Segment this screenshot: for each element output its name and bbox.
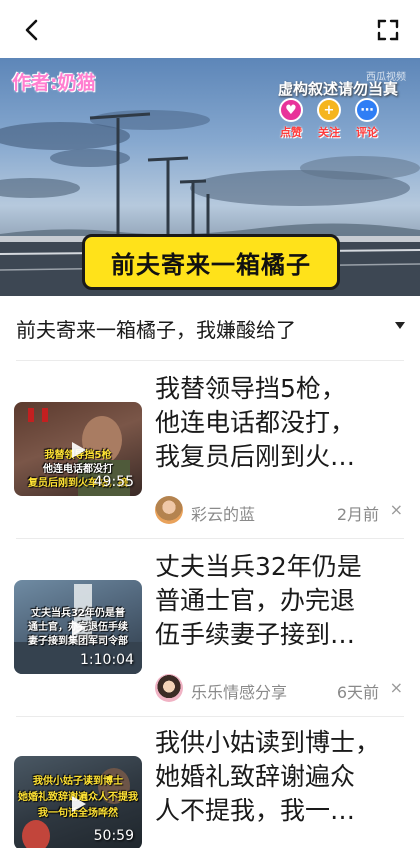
plus-icon: + [317, 98, 341, 122]
related-video-title[interactable]: 我替领导挡5枪， 他连电话都没打， 我复员后刚到火… [155, 372, 403, 474]
video-meta: 乐乐情感分享 6天前 × [155, 674, 405, 702]
title-line: 普通士官，办完退 [155, 586, 356, 615]
avatar[interactable] [155, 496, 183, 524]
related-video-title[interactable]: 我供小姑读到博士， 她婚礼致辞谢遍众 人不提我，我一… [155, 726, 403, 828]
expand-triangle-icon[interactable] [392, 318, 408, 334]
title-line: 我替领导挡5枪， [155, 374, 346, 403]
title-line: 丈夫当兵32年仍是 [155, 552, 362, 581]
thumbnail-text: 丈夫当兵32年仍是普 [31, 608, 125, 619]
comment-overlay-label: 评论 [356, 126, 378, 139]
related-video-item[interactable]: 我供小姑子读到博士 她婚礼致辞谢遍众人不提我 我一句话全场哗然 50:59 我供… [0, 716, 420, 848]
title-line: 她婚礼致辞谢遍众 [155, 762, 356, 791]
close-icon[interactable]: × [390, 500, 403, 519]
comment-overlay: ⋯ 评论 [352, 98, 382, 140]
author-name[interactable]: 彩云的蓝 [191, 501, 255, 525]
like-overlay-label: 点赞 [280, 126, 302, 139]
back-arrow-icon[interactable] [16, 14, 48, 46]
play-icon [72, 796, 86, 812]
like-overlay: ♥ 点赞 [276, 98, 306, 140]
thumbnail-text: 他连电话都没打 [43, 464, 113, 475]
video-disclaimer: 虚构叙述请勿当真 [277, 80, 398, 98]
video-player[interactable]: 作者:奶猫 西瓜视频 虚构叙述请勿当真 ♥ 点赞 + 关注 ⋯ 评论 前夫寄来一… [0, 58, 420, 296]
video-title: 前夫寄来一箱橘子，我嫌酸给了 [16, 318, 296, 342]
title-line: 伍手续妻子接到… [155, 620, 356, 649]
author-name[interactable]: 乐乐情感分享 [191, 679, 287, 703]
related-video-item[interactable]: 丈夫当兵32年仍是普 通士官，办完退伍手续 妻子接到集团军司令部 1:10:04… [0, 538, 420, 716]
title-line: 我供小姑读到博士， [155, 728, 381, 757]
video-thumbnail[interactable]: 丈夫当兵32年仍是普 通士官，办完退伍手续 妻子接到集团军司令部 1:10:04 [14, 580, 142, 674]
close-icon[interactable]: × [390, 678, 403, 697]
video-author-tag: 作者:奶猫 [12, 72, 96, 94]
video-thumbnail[interactable]: 我替领导挡5枪 他连电话都没打 复员后刚到火车站，接 49:55 [14, 402, 142, 496]
follow-overlay-label: 关注 [318, 126, 340, 139]
video-action-overlay: ♥ 点赞 + 关注 ⋯ 评论 [276, 98, 382, 140]
video-caption-box: 前夫寄来一箱橘子 [82, 234, 340, 290]
related-video-title[interactable]: 丈夫当兵32年仍是 普通士官，办完退 伍手续妻子接到… [155, 550, 403, 652]
follow-overlay: + 关注 [314, 98, 344, 140]
video-duration: 1:10:04 [80, 652, 134, 668]
video-title-row: 前夫寄来一箱橘子，我嫌酸给了 [0, 296, 420, 360]
related-video-item[interactable]: 我替领导挡5枪 他连电话都没打 复员后刚到火车站，接 49:55 我替领导挡5枪… [0, 360, 420, 538]
play-icon [72, 442, 86, 458]
title-line: 他连电话都没打， [155, 408, 356, 437]
title-line: 我复员后刚到火… [155, 442, 356, 471]
top-bar [0, 0, 420, 58]
fullscreen-icon[interactable] [372, 14, 404, 46]
publish-time: 2月前 [336, 505, 379, 524]
avatar[interactable] [155, 674, 183, 702]
play-icon [72, 620, 86, 636]
publish-time: 6天前 [336, 683, 379, 702]
heart-icon: ♥ [279, 98, 303, 122]
video-duration: 50:59 [93, 828, 134, 844]
video-caption: 前夫寄来一箱橘子 [111, 250, 311, 279]
comment-icon: ⋯ [355, 98, 379, 122]
video-thumbnail[interactable]: 我供小姑子读到博士 她婚礼致辞谢遍众人不提我 我一句话全场哗然 50:59 [14, 756, 142, 848]
title-line: 人不提我，我一… [155, 796, 356, 825]
video-meta: 彩云的蓝 2月前 × [155, 496, 405, 524]
video-duration: 49:55 [93, 474, 134, 490]
thumbnail-text: 我供小姑子读到博士 [33, 776, 123, 787]
